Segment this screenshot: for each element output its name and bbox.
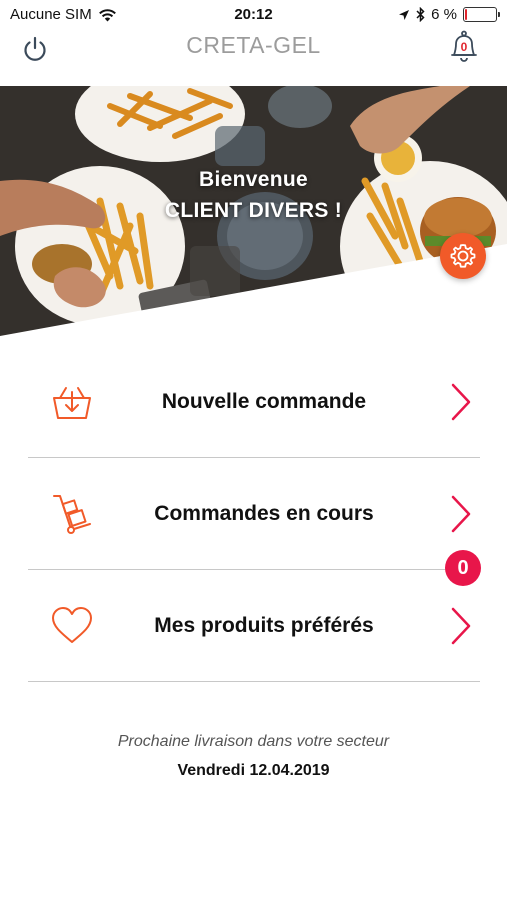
menu-label: Mes produits préférés <box>154 613 374 637</box>
chevron-right-icon <box>451 383 471 420</box>
delivery-date: Vendredi 12.04.2019 <box>177 762 330 779</box>
location-arrow-icon <box>399 9 410 20</box>
settings-button[interactable] <box>440 233 486 279</box>
greeting-text: Bienvenue <box>199 168 308 191</box>
chevron-right-icon <box>451 495 471 532</box>
chevron-right-icon <box>451 607 471 644</box>
menu-label: Nouvelle commande <box>161 389 367 413</box>
app-header: CRETA-GEL 0 <box>0 30 507 86</box>
heart-icon <box>52 606 92 643</box>
gear-icon <box>450 244 476 268</box>
notifications-button[interactable]: 0 <box>449 30 479 64</box>
hand-truck-icon <box>53 494 91 534</box>
battery-fill <box>465 9 467 20</box>
delivery-note: Prochaine livraison dans votre secteur <box>117 733 390 750</box>
notification-count: 0 <box>460 40 468 54</box>
menu-label: Commandes en cours <box>154 501 374 525</box>
status-right: 6 % <box>398 6 500 23</box>
menu-item-orders-in-progress[interactable]: Commandes en cours <box>28 458 480 570</box>
app-title: CRETA-GEL <box>186 32 321 58</box>
status-bar: Aucune SIM 20:12 6 % <box>0 0 507 30</box>
menu-item-new-order[interactable]: Nouvelle commande <box>28 346 480 458</box>
delivery-info: Prochaine livraison dans votre secteur V… <box>0 733 507 780</box>
welcome-message: Bienvenue CLIENT DIVERS ! <box>0 164 507 226</box>
battery-icon <box>463 7 500 22</box>
basket-icon <box>53 386 91 419</box>
bluetooth-icon <box>416 7 425 22</box>
battery-text: 6 % <box>431 6 457 23</box>
hero-banner: Bienvenue CLIENT DIVERS ! <box>0 86 507 336</box>
client-name: CLIENT DIVERS ! <box>164 199 343 222</box>
menu-item-favorite-products[interactable]: Mes produits préférés <box>28 570 480 682</box>
